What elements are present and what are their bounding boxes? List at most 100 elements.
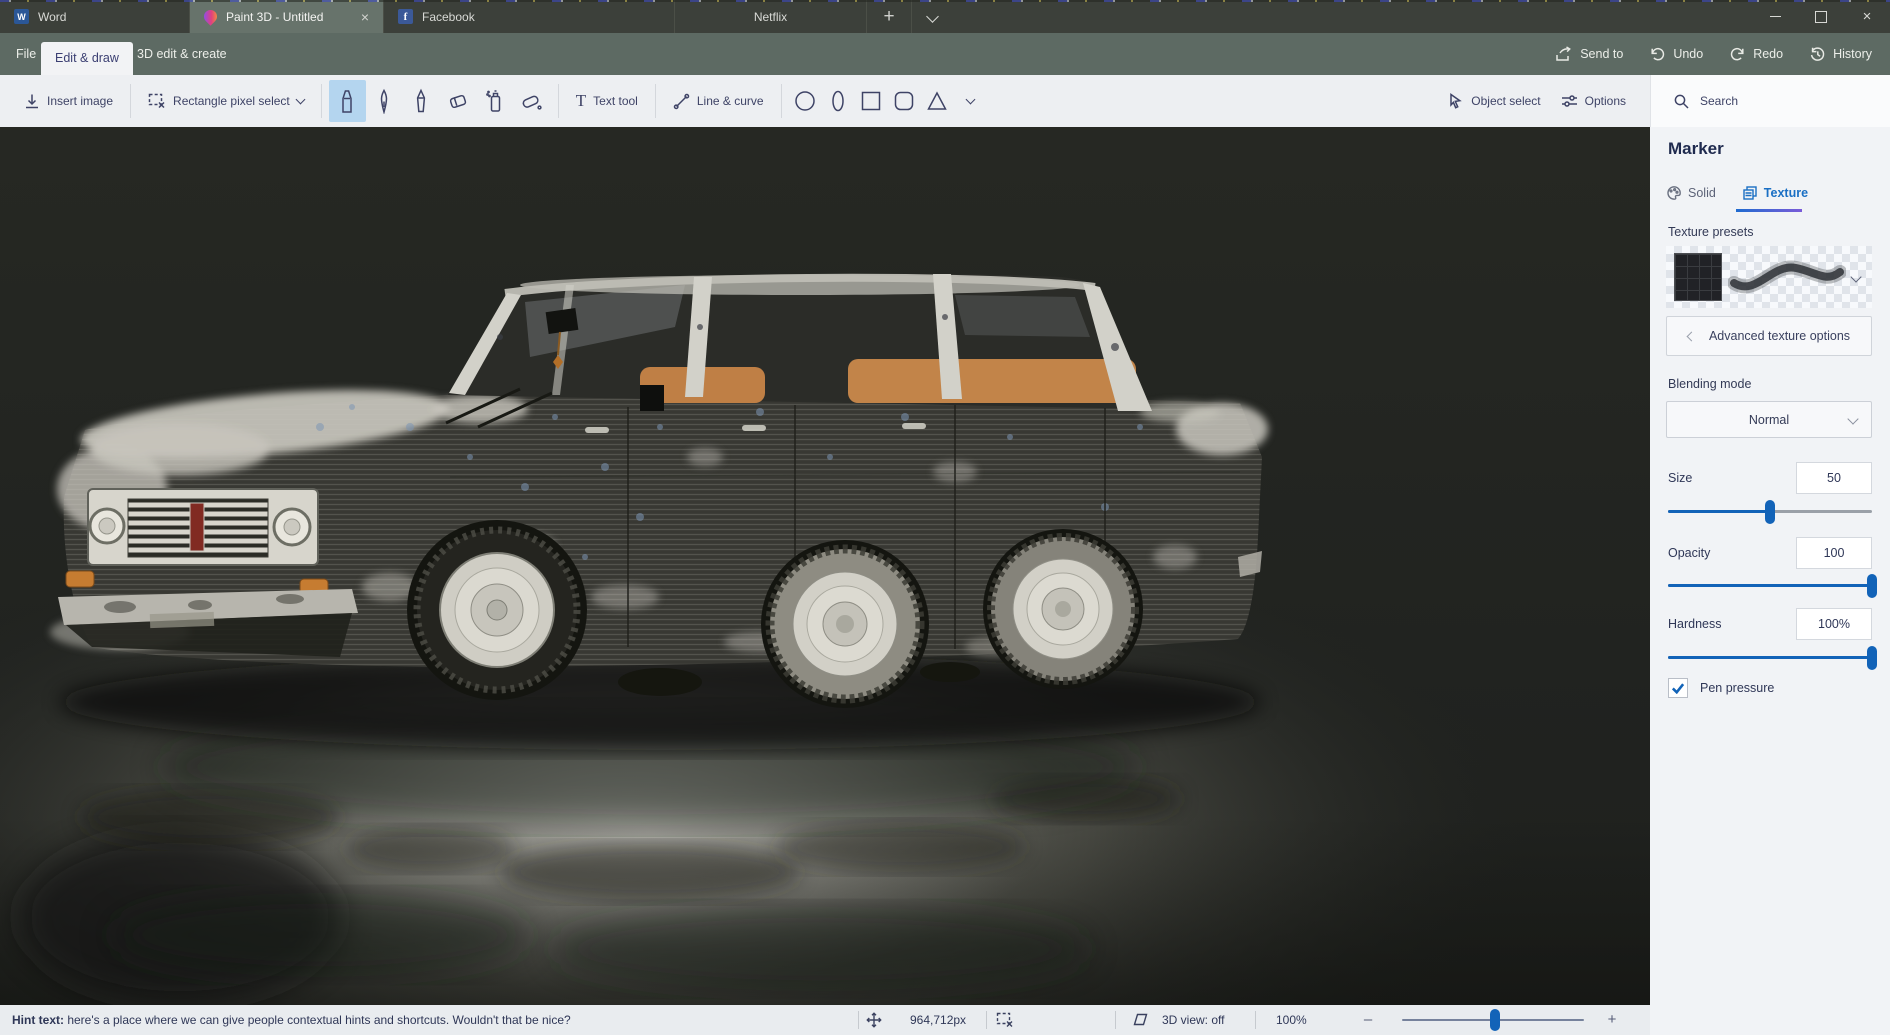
preset-chevron-icon bbox=[1852, 270, 1860, 284]
options-sliders-icon bbox=[1561, 93, 1578, 109]
menu-bar: File Edit & draw 3D edit & create Send t… bbox=[0, 33, 1890, 75]
menu-3d-edit-create[interactable]: 3D edit & create bbox=[125, 33, 239, 75]
3d-view-label: 3D view: off bbox=[1162, 1005, 1224, 1035]
pencil-tool-button[interactable] bbox=[403, 80, 440, 122]
hardness-label: Hardness bbox=[1668, 617, 1722, 631]
checkmark-icon bbox=[1671, 682, 1685, 694]
zoom-in-button[interactable]: + bbox=[1600, 1005, 1624, 1035]
spray-can-tool-button[interactable] bbox=[477, 80, 514, 122]
advanced-texture-options-button[interactable]: Advanced texture options bbox=[1666, 316, 1872, 356]
tab-close-icon[interactable]: × bbox=[345, 9, 369, 25]
fill-tool-button[interactable] bbox=[514, 80, 551, 122]
eraser-icon bbox=[447, 89, 469, 113]
3d-view-icon[interactable] bbox=[1132, 1012, 1149, 1030]
redo-button[interactable]: Redo bbox=[1719, 33, 1793, 75]
pencil-icon bbox=[411, 88, 431, 114]
panel-title: Marker bbox=[1668, 139, 1724, 159]
undo-icon bbox=[1649, 46, 1666, 62]
paint3d-window: W Word Paint 3D - Untitled × f Facebook … bbox=[0, 0, 1890, 1035]
move-icon[interactable] bbox=[866, 1012, 882, 1031]
square-shape-button[interactable] bbox=[855, 81, 888, 121]
rectangle-select-icon bbox=[148, 93, 166, 109]
active-tab-underline bbox=[1736, 209, 1802, 212]
tab-label: Netflix bbox=[754, 10, 787, 24]
search-input[interactable]: Search bbox=[1650, 75, 1890, 127]
texture-icon bbox=[1742, 185, 1758, 201]
minimize-button[interactable] bbox=[1752, 0, 1798, 33]
blending-mode-label: Blending mode bbox=[1668, 377, 1751, 391]
options-button[interactable]: Options bbox=[1551, 81, 1636, 121]
texture-thumbnail bbox=[1674, 253, 1722, 301]
hardness-input[interactable]: 100% bbox=[1796, 608, 1872, 640]
menu-edit-draw[interactable]: Edit & draw bbox=[41, 42, 133, 75]
opacity-input[interactable]: 100 bbox=[1796, 537, 1872, 569]
text-tool-button[interactable]: T Text tool bbox=[566, 81, 648, 121]
blending-mode-dropdown[interactable]: Normal bbox=[1666, 401, 1872, 438]
square-icon bbox=[859, 89, 883, 113]
pen-pressure-checkbox[interactable] bbox=[1668, 678, 1688, 698]
zoom-level: 100% bbox=[1276, 1005, 1307, 1035]
line-curve-icon bbox=[673, 93, 690, 110]
insert-image-icon bbox=[24, 93, 40, 109]
calligraphy-pen-tool-button[interactable] bbox=[366, 80, 403, 122]
word-icon: W bbox=[14, 9, 29, 24]
hardness-slider[interactable] bbox=[1668, 646, 1872, 670]
object-select-button[interactable]: Object select bbox=[1437, 81, 1550, 121]
circle-icon bbox=[793, 89, 817, 113]
opacity-row: Opacity 100 bbox=[1650, 537, 1890, 569]
rounded-square-shape-button[interactable] bbox=[888, 81, 921, 121]
facebook-icon: f bbox=[398, 9, 413, 24]
history-button[interactable]: History bbox=[1799, 33, 1882, 75]
history-icon bbox=[1809, 46, 1826, 62]
tab-label: Word bbox=[38, 10, 66, 24]
rounded-square-icon bbox=[892, 89, 916, 113]
ellipse-shape-button[interactable] bbox=[822, 81, 855, 121]
size-label: Size bbox=[1668, 471, 1692, 485]
insert-image-button[interactable]: Insert image bbox=[14, 81, 123, 121]
tab-netflix[interactable]: Netflix bbox=[675, 0, 867, 33]
texture-preset-picker[interactable] bbox=[1666, 246, 1872, 308]
hardness-row: Hardness 100% bbox=[1650, 608, 1890, 640]
opacity-label: Opacity bbox=[1668, 546, 1710, 560]
texture-presets-label: Texture presets bbox=[1668, 225, 1753, 239]
triangle-shape-button[interactable] bbox=[921, 81, 954, 121]
object-select-icon bbox=[1447, 93, 1464, 110]
paint3d-icon bbox=[201, 7, 219, 25]
tab-label: Facebook bbox=[422, 10, 475, 24]
maximize-button[interactable] bbox=[1798, 0, 1844, 33]
window-controls: × bbox=[1752, 0, 1890, 33]
rectangle-pixel-select-button[interactable]: Rectangle pixel select bbox=[138, 81, 314, 121]
send-to-button[interactable]: Send to bbox=[1545, 33, 1633, 75]
circle-shape-button[interactable] bbox=[789, 81, 822, 121]
marker-tool-button[interactable] bbox=[329, 80, 366, 122]
tab-list-chevron[interactable] bbox=[911, 0, 952, 33]
tab-solid[interactable]: Solid bbox=[1666, 185, 1716, 201]
hint-text: Hint text: here's a place where we can g… bbox=[12, 1005, 571, 1035]
tab-paint3d[interactable]: Paint 3D - Untitled × bbox=[190, 0, 384, 33]
car-3d-model bbox=[0, 127, 1650, 1005]
brush-stroke-preview bbox=[1728, 253, 1846, 301]
share-icon bbox=[1555, 46, 1573, 62]
close-button[interactable]: × bbox=[1844, 0, 1890, 33]
tab-facebook[interactable]: f Facebook bbox=[384, 0, 675, 33]
pen-pressure-label: Pen pressure bbox=[1700, 681, 1774, 695]
new-tab-button[interactable]: + bbox=[867, 0, 911, 33]
line-curve-button[interactable]: Line & curve bbox=[663, 81, 774, 121]
undo-button[interactable]: Undo bbox=[1639, 33, 1713, 75]
zoom-slider-thumb[interactable] bbox=[1490, 1009, 1500, 1031]
tab-word[interactable]: W Word bbox=[0, 0, 190, 33]
eraser-tool-button[interactable] bbox=[440, 80, 477, 122]
calligraphy-pen-icon bbox=[374, 88, 394, 114]
fill-icon bbox=[520, 89, 544, 113]
opacity-slider[interactable] bbox=[1668, 574, 1872, 598]
screenshot-noise-strip bbox=[0, 0, 1890, 2]
size-slider[interactable] bbox=[1668, 500, 1872, 524]
shapes-chevron[interactable] bbox=[954, 81, 987, 121]
search-icon bbox=[1673, 93, 1690, 110]
tab-texture[interactable]: Texture bbox=[1742, 185, 1808, 201]
crop-selection-icon[interactable] bbox=[996, 1012, 1014, 1031]
size-input[interactable]: 50 bbox=[1796, 462, 1872, 494]
tab-bar: W Word Paint 3D - Untitled × f Facebook … bbox=[0, 0, 1890, 33]
zoom-out-button[interactable]: – bbox=[1356, 1005, 1380, 1035]
drawing-canvas[interactable] bbox=[0, 127, 1650, 1005]
